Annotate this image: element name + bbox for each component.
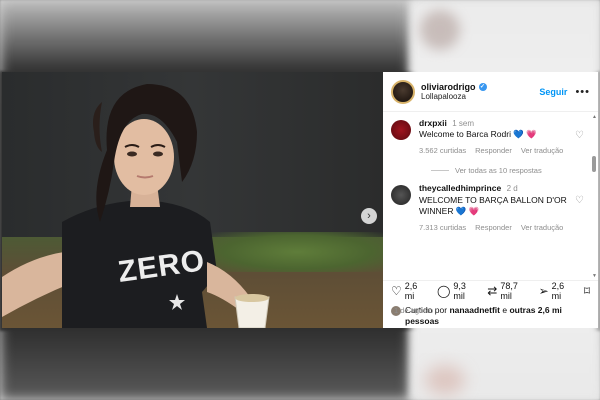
author-avatar[interactable] [391,79,415,104]
background-blob [425,365,465,395]
reply-button[interactable]: Responder [475,146,512,156]
share-icon[interactable]: ➢ [539,284,549,298]
chevron-right-icon: › [367,210,371,222]
post-location[interactable]: Lollapalooza [421,92,539,101]
comments-count: 9,3 mil [453,280,466,301]
commenter-avatar[interactable] [391,120,411,140]
post-sidebar: oliviarodrigo ✓ Lollapalooza Seguir ••• … [383,72,598,328]
author-username-row: oliviarodrigo ✓ [421,82,539,92]
commenter-avatar[interactable] [391,185,411,206]
comment-meta: 3.562 curtidas Responder Ver tradução [419,146,575,156]
translate-button[interactable]: Ver tradução [521,223,564,233]
author-username[interactable]: oliviarodrigo [421,82,476,92]
comment-likes[interactable]: 3.562 curtidas [419,146,466,156]
comment-username[interactable]: drxpxii [419,118,447,128]
comment-icon[interactable]: ◯ [437,284,450,298]
heart-icon[interactable]: ♡ [575,195,584,232]
post-actions: ♡ 2,6 mi ◯ 9,3 mil ⇄ 78,7 mil ➢ 2,6 mi ⌑ [383,280,598,301]
reply-button[interactable]: Responder [475,223,512,233]
post-photo[interactable]: ZERO › [2,72,383,328]
follow-button[interactable]: Seguir [539,87,567,97]
post-modal: ZERO › oliviarodrigo ✓ Lollapalooza Segu… [2,72,598,328]
comment-time: 1 sem [452,119,475,128]
view-replies-label: Ver todas as 10 respostas [455,166,542,176]
author-info: oliviarodrigo ✓ Lollapalooza [421,82,539,102]
more-icon[interactable]: ••• [575,86,590,98]
comment-likes[interactable]: 7.313 curtidas [419,223,466,233]
view-replies[interactable]: Ver todas as 10 respostas [431,166,590,175]
comment-text: Welcome to Barca Rodri 💙 💗 [419,129,537,140]
comment-time: 2 d [506,184,518,194]
comment-username[interactable]: theycalledhimprince [419,183,501,193]
photo-person [2,84,270,328]
next-photo-button[interactable]: › [361,208,377,224]
bookmark-icon[interactable]: ⌑ [584,284,590,298]
scrollbar-thumb[interactable] [592,156,596,172]
repost-icon[interactable]: ⇄ [487,284,497,298]
likes-count: 2,6 mi [404,280,418,301]
reposts-count: 78,7 mil [500,280,518,301]
heart-icon[interactable]: ♡ [575,130,584,156]
comment-body: theycalledhimprince 2 d WELCOME TO BARÇA… [419,183,575,232]
replies-divider [431,170,449,172]
liked-by-connector: e [502,305,508,315]
post-date: 1 de agosto [394,306,434,315]
comments-scrollbar[interactable]: ▲ ▼ [592,114,597,279]
scroll-down-icon[interactable]: ▼ [592,273,597,279]
verified-icon: ✓ [478,82,487,91]
translate-button[interactable]: Ver tradução [521,146,564,156]
scroll-up-icon[interactable]: ▲ [592,114,597,120]
comment: theycalledhimprince 2 d WELCOME TO BARÇA… [391,183,590,232]
post-header: oliviarodrigo ✓ Lollapalooza Seguir ••• [383,72,598,112]
comment-body: drxpxii 1 sem Welcome to Barca Rodri 💙 💗… [419,118,575,156]
background-blob [420,10,460,50]
comments-list: drxpxii 1 sem Welcome to Barca Rodri 💙 💗… [383,114,598,279]
comment: drxpxii 1 sem Welcome to Barca Rodri 💙 💗… [391,118,590,156]
heart-icon[interactable]: ♡ [391,284,402,298]
comment-meta: 7.313 curtidas Responder Ver tradução [419,223,575,233]
shares-count: 2,6 mi [551,280,565,301]
liked-by-user[interactable]: nanaadnetfit [449,305,500,315]
comment-text: WELCOME TO BARÇA BALLON D'OR WINNER 💙 💗 [419,194,567,216]
